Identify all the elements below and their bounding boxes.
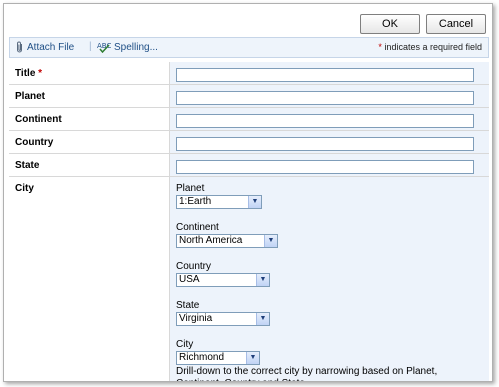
- spelling-button[interactable]: ABC Spelling...: [97, 41, 158, 53]
- planet-selected-value: 1:Earth: [179, 196, 212, 207]
- chevron-down-icon[interactable]: ▼: [264, 235, 277, 247]
- cascade-planet-label: Planet: [176, 183, 205, 194]
- continent-input[interactable]: [176, 114, 474, 128]
- state-selected-value: Virginia: [179, 313, 213, 324]
- country-select[interactable]: USA ▼: [176, 273, 270, 287]
- ok-button[interactable]: OK: [360, 14, 420, 34]
- cascading-dropdowns: Planet 1:Earth ▼ Continent North America…: [176, 182, 476, 381]
- form-body: Title * Planet Continent Country State C…: [9, 62, 489, 381]
- toolbar-separator: |: [89, 41, 92, 52]
- planet-row: Planet: [9, 85, 489, 108]
- title-row: Title *: [9, 62, 489, 85]
- city-value-cell: Planet 1:Earth ▼ Continent North America…: [169, 177, 489, 381]
- state-row: State: [9, 154, 489, 177]
- spell-check-icon: ABC: [97, 42, 111, 53]
- form-toolbar: Attach File | ABC Spelling... * indicate…: [9, 37, 489, 58]
- title-value-cell: [169, 62, 489, 84]
- form-dialog: OK Cancel Attach File | ABC Spelling... …: [3, 3, 493, 382]
- planet-value-cell: [169, 85, 489, 107]
- attach-file-button[interactable]: Attach File: [16, 41, 74, 53]
- chevron-down-icon[interactable]: ▼: [256, 313, 269, 325]
- continent-selected-value: North America: [179, 235, 243, 246]
- country-row: Country: [9, 131, 489, 154]
- required-note-text: indicates a required field: [384, 42, 482, 52]
- paperclip-icon: [17, 41, 22, 53]
- city-selected-value: Richmond: [179, 352, 225, 363]
- chevron-down-icon[interactable]: ▼: [246, 352, 259, 364]
- required-star: *: [378, 42, 382, 52]
- country-input[interactable]: [176, 137, 474, 151]
- continent-select[interactable]: North America ▼: [176, 234, 278, 248]
- attach-file-label: Attach File: [27, 41, 75, 53]
- continent-label: Continent: [15, 114, 62, 125]
- cancel-button[interactable]: Cancel: [426, 14, 486, 34]
- planet-select[interactable]: 1:Earth ▼: [176, 195, 262, 209]
- cascade-state-label: State: [176, 300, 200, 311]
- city-label: City: [15, 183, 34, 194]
- planet-label: Planet: [15, 91, 46, 102]
- required-field-note: * indicates a required field: [378, 42, 482, 52]
- country-label: Country: [15, 137, 54, 148]
- required-star: *: [38, 68, 43, 79]
- state-select[interactable]: Virginia ▼: [176, 312, 270, 326]
- state-input[interactable]: [176, 160, 474, 174]
- city-select[interactable]: Richmond ▼: [176, 351, 260, 365]
- chevron-down-icon[interactable]: ▼: [256, 274, 269, 286]
- title-label: Title *: [9, 62, 169, 84]
- state-label: State: [15, 160, 40, 171]
- chevron-down-icon[interactable]: ▼: [248, 196, 261, 208]
- spelling-label: Spelling...: [114, 41, 158, 53]
- city-help-text: Drill-down to the correct city by narrow…: [176, 366, 438, 381]
- country-value-cell: [169, 131, 489, 153]
- continent-value-cell: [169, 108, 489, 130]
- cascade-city-label: City: [176, 339, 194, 350]
- state-value-cell: [169, 154, 489, 176]
- title-input[interactable]: [176, 68, 474, 82]
- cascade-continent-label: Continent: [176, 222, 219, 233]
- country-selected-value: USA: [179, 274, 200, 285]
- cascade-country-label: Country: [176, 261, 212, 272]
- city-row: City Planet 1:Earth ▼ Continent North Am…: [9, 177, 489, 381]
- title-label-text: Title: [15, 68, 36, 79]
- planet-input[interactable]: [176, 91, 474, 105]
- continent-row: Continent: [9, 108, 489, 131]
